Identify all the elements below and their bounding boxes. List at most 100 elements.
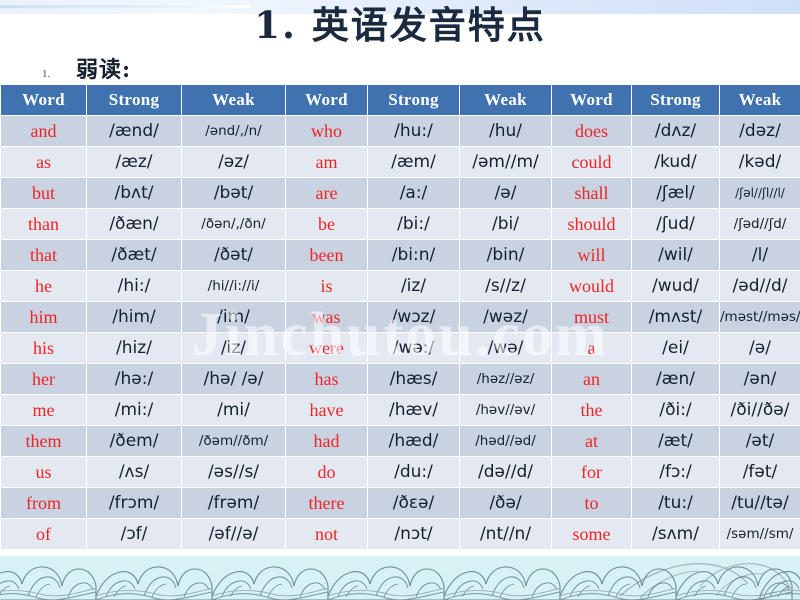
- strong-form-cell: /ei/: [631, 332, 720, 364]
- column-header-weak-1: Weak: [181, 84, 286, 116]
- weak-form-cell: /ʃəl//ʃl//l/: [719, 177, 800, 209]
- word-cell: of: [0, 518, 87, 550]
- word-cell: have: [285, 394, 368, 426]
- strong-form-cell: /kud/: [631, 146, 720, 178]
- word-cell: shall: [551, 177, 632, 209]
- wave-decoration: [0, 556, 800, 600]
- weak-form-cell: /də//d/: [459, 456, 552, 488]
- word-cell: had: [285, 425, 368, 457]
- word-cell: at: [551, 425, 632, 457]
- weak-form-cell: /məst//məs/: [719, 301, 800, 333]
- strong-form-cell: /ðɛə/: [367, 487, 460, 519]
- table-row: him/him//im/was/wɔz//wəz/must/mʌst//məst…: [0, 301, 800, 333]
- table-row: of/ɔf//əf//ə/not/nɔt//nt//n/some/sʌm//sə…: [0, 518, 800, 550]
- strong-form-cell: /hə:/: [86, 363, 182, 395]
- weak-form-cell: /tu//tə/: [719, 487, 800, 519]
- subtitle-number: 1.: [42, 68, 51, 80]
- strong-form-cell: /ðæn/: [86, 208, 182, 240]
- strong-form-cell: /wud/: [631, 270, 720, 302]
- table-row: them/ðem//ðəm//ðm/had/hæd//həd//əd/at/æt…: [0, 425, 800, 457]
- table-header-row: Word Strong Weak Word Strong Weak Word Strong We…: [0, 84, 800, 116]
- subtitle: 1. 弱读:: [42, 52, 131, 84]
- word-cell: his: [0, 332, 87, 364]
- strong-form-cell: /sʌm/: [631, 518, 720, 550]
- word-cell: her: [0, 363, 87, 395]
- table-row: than/ðæn//ðən/,/ðn/be/bi://bi/should/ʃud…: [0, 208, 800, 240]
- column-header-weak-3: Weak: [719, 84, 800, 116]
- word-cell: he: [0, 270, 87, 302]
- table-row: but/bʌt//bət/are/a://ə/shall/ʃæl//ʃəl//ʃ…: [0, 177, 800, 209]
- word-cell: am: [285, 146, 368, 178]
- word-cell: him: [0, 301, 87, 333]
- word-cell: as: [0, 146, 87, 178]
- word-cell: must: [551, 301, 632, 333]
- weak-form-cell: /əf//ə/: [181, 518, 286, 550]
- strong-form-cell: /hæv/: [367, 394, 460, 426]
- word-cell: to: [551, 487, 632, 519]
- weak-form-cell: /ə/: [459, 177, 552, 209]
- strong-form-cell: /a:/: [367, 177, 460, 209]
- strong-form-cell: /wil/: [631, 239, 720, 271]
- strong-form-cell: /wə:/: [367, 332, 460, 364]
- word-cell: us: [0, 456, 87, 488]
- weak-forms-table: Word Strong Weak Word Strong Weak Word Strong We…: [0, 84, 800, 550]
- column-header-strong-2: Strong: [367, 84, 460, 116]
- weak-form-cell: /ʃəd//ʃd/: [719, 208, 800, 240]
- strong-form-cell: /ðæt/: [86, 239, 182, 271]
- weak-form-cell: /ə/: [719, 332, 800, 364]
- strong-form-cell: /hu:/: [367, 115, 460, 147]
- strong-form-cell: /iz/: [367, 270, 460, 302]
- weak-form-cell: /wəz/: [459, 301, 552, 333]
- word-cell: there: [285, 487, 368, 519]
- table-row: his/hiz//iz/were/wə://wə/a/ei//ə/: [0, 332, 800, 364]
- weak-form-cell: /wə/: [459, 332, 552, 364]
- strong-form-cell: /mʌst/: [631, 301, 720, 333]
- weak-form-cell: /həd//əd/: [459, 425, 552, 457]
- weak-form-cell: /im/: [181, 301, 286, 333]
- weak-form-cell: /ðəm//ðm/: [181, 425, 286, 457]
- word-cell: them: [0, 425, 87, 457]
- column-header-word-2: Word: [285, 84, 368, 116]
- weak-form-cell: /hə/ /ə/: [181, 363, 286, 395]
- word-cell: but: [0, 177, 87, 209]
- weak-form-cell: /frəm/: [181, 487, 286, 519]
- word-cell: is: [285, 270, 368, 302]
- strong-form-cell: /bi:n/: [367, 239, 460, 271]
- weak-form-cell: /bin/: [459, 239, 552, 271]
- column-header-weak-2: Weak: [459, 84, 552, 116]
- strong-form-cell: /bʌt/: [86, 177, 182, 209]
- strong-form-cell: /hi:/: [86, 270, 182, 302]
- strong-form-cell: /tu:/: [631, 487, 720, 519]
- word-cell: from: [0, 487, 87, 519]
- word-cell: the: [551, 394, 632, 426]
- weak-form-cell: /əd//d/: [719, 270, 800, 302]
- table-row: as/æz//əz/am/æm//əm//m/could/kud//kəd/: [0, 146, 800, 178]
- word-cell: who: [285, 115, 368, 147]
- word-cell: that: [0, 239, 87, 271]
- weak-form-cell: /ðən/,/ðn/: [181, 208, 286, 240]
- table-body: and/ænd//ənd/,/n/who/hu://hu/does/dʌz//d…: [0, 115, 800, 550]
- strong-form-cell: /wɔz/: [367, 301, 460, 333]
- strong-form-cell: /frɔm/: [86, 487, 182, 519]
- strong-form-cell: /ʌs/: [86, 456, 182, 488]
- table-row: that/ðæt//ðət/been/bi:n//bin/will/wil//l…: [0, 239, 800, 271]
- strong-form-cell: /mi:/: [86, 394, 182, 426]
- weak-form-cell: /mi/: [181, 394, 286, 426]
- word-cell: could: [551, 146, 632, 178]
- word-cell: has: [285, 363, 368, 395]
- weak-form-cell: /bət/: [181, 177, 286, 209]
- strong-form-cell: /nɔt/: [367, 518, 460, 550]
- weak-form-cell: /həv//əv/: [459, 394, 552, 426]
- strong-form-cell: /æn/: [631, 363, 720, 395]
- column-header-strong-1: Strong: [86, 84, 182, 116]
- subtitle-label: 弱读:: [76, 57, 132, 83]
- table-row: and/ænd//ənd/,/n/who/hu://hu/does/dʌz//d…: [0, 115, 800, 147]
- table-row: he/hi://hi//i://i/is/iz//s//z/would/wud/…: [0, 270, 800, 302]
- weak-form-cell: /ənd/,/n/: [181, 115, 286, 147]
- strong-form-cell: /hiz/: [86, 332, 182, 364]
- weak-form-cell: /s//z/: [459, 270, 552, 302]
- weak-form-cell: /ðə/: [459, 487, 552, 519]
- strong-form-cell: /hæd/: [367, 425, 460, 457]
- strong-form-cell: /ɔf/: [86, 518, 182, 550]
- table-row: us/ʌs//əs//s/do/du://də//d/for/fɔ://fət/: [0, 456, 800, 488]
